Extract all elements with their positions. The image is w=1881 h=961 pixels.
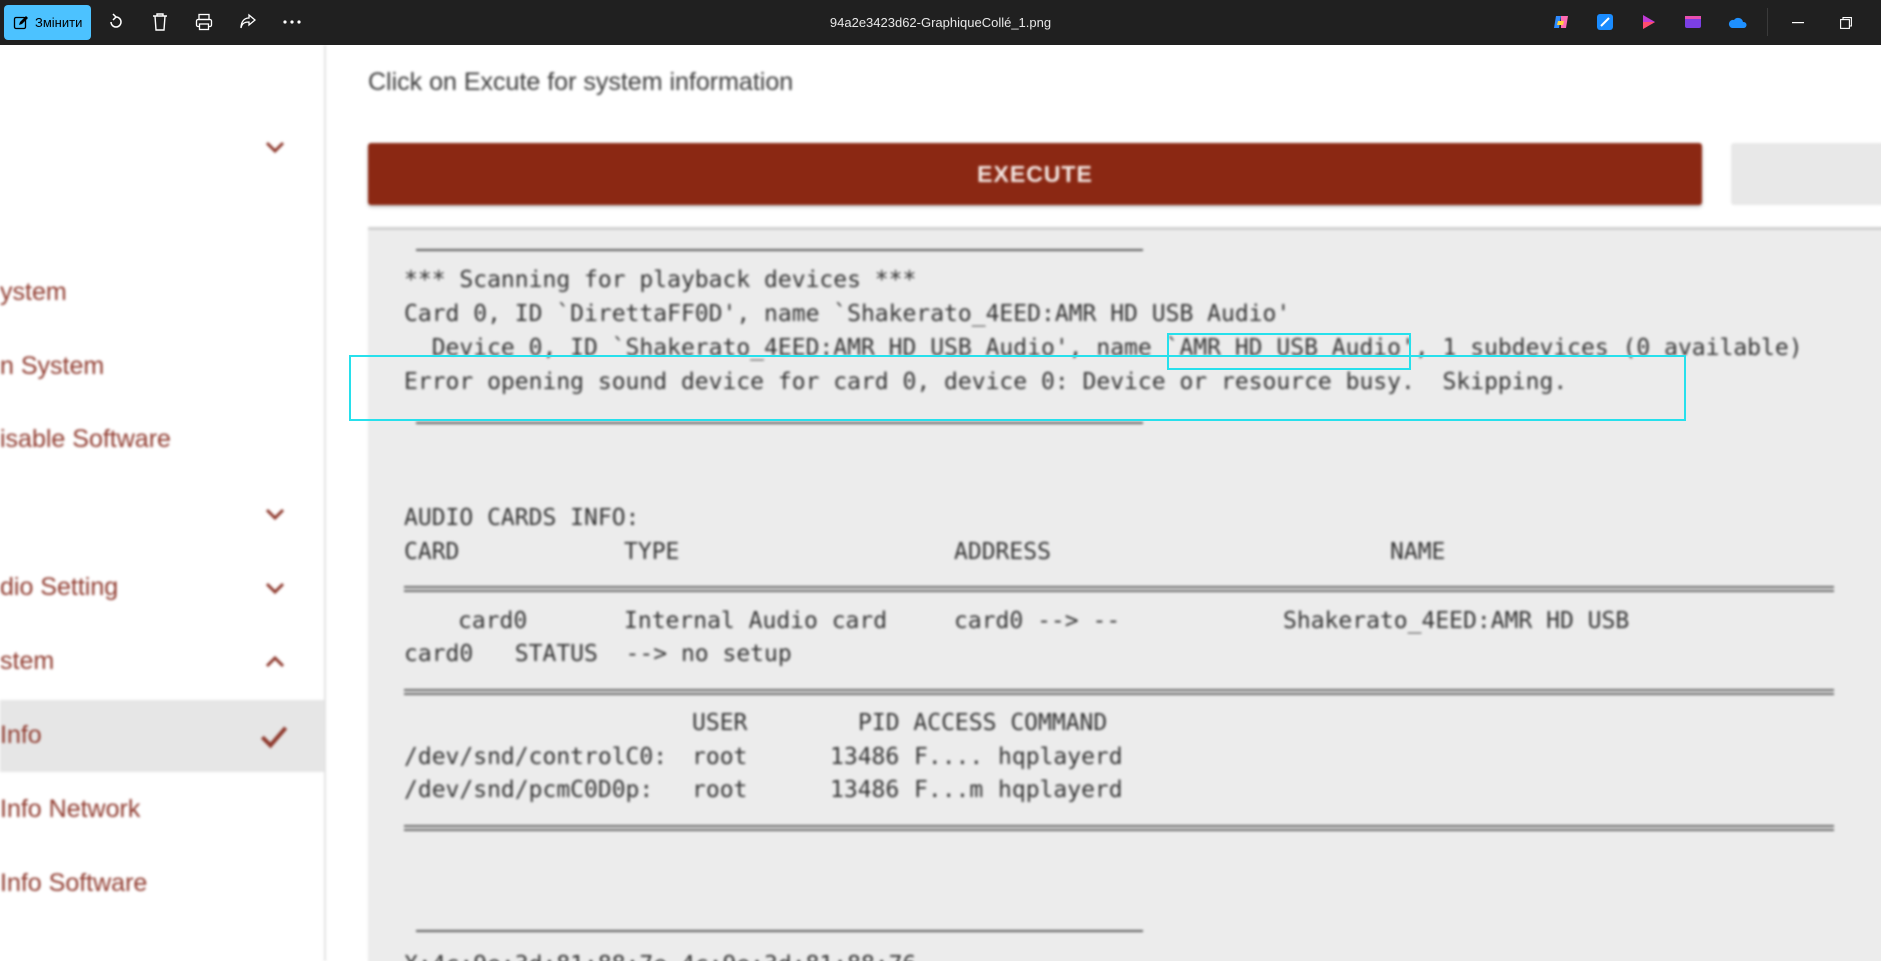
console-output: *** Scanning for playback devices *** Ca… — [368, 227, 1881, 961]
sidebar-item-label: stem — [0, 647, 55, 675]
double-divider — [404, 825, 1834, 831]
column-header: USER — [692, 710, 748, 736]
instruction-text: Click on Excute for system information — [368, 68, 794, 96]
proc-device: /dev/snd/controlC0: — [404, 744, 668, 770]
sidebar-item-info[interactable]: Info — [0, 700, 324, 772]
sidebar-item-label: Info Software — [0, 869, 148, 897]
execute-button[interactable]: EXECUTE — [368, 143, 1702, 205]
clipchamp-icon[interactable] — [1639, 12, 1659, 32]
column-header: NAME — [1390, 539, 1446, 565]
share-icon[interactable] — [237, 11, 259, 33]
proc-user: root — [692, 777, 748, 803]
sidebar-item-disable-software[interactable]: isable Software — [0, 404, 324, 476]
edit-icon — [13, 15, 28, 29]
double-divider — [404, 586, 1834, 592]
sidebar-item-label: dio Setting — [0, 573, 119, 601]
proc-pid: 13486 — [830, 777, 900, 803]
chevron-down-icon — [265, 141, 285, 154]
proc-command: hqplayerd — [998, 744, 1123, 770]
edit-button[interactable]: Змінити — [4, 5, 91, 40]
highlight-box-error-line — [349, 355, 1686, 421]
console-divider — [416, 422, 1143, 424]
delete-icon[interactable] — [149, 11, 171, 33]
sidebar-item-n-system[interactable]: n System — [0, 331, 324, 403]
edit-button-label: Змінити — [35, 15, 83, 30]
onedrive-icon[interactable] — [1727, 12, 1747, 32]
screenshot-content: ystem n System isable Software dio Setti… — [0, 45, 1881, 961]
column-header: PID ACCESS COMMAND — [858, 710, 1108, 736]
check-icon — [260, 726, 288, 749]
table-cell: card0 — [458, 608, 528, 634]
sidebar-item-label: isable Software — [0, 425, 171, 453]
table-cell: Internal Audio card — [624, 608, 888, 634]
sidebar-item-system-expanded[interactable]: stem — [0, 626, 324, 698]
double-divider — [404, 689, 1834, 695]
chevron-down-icon — [265, 508, 285, 521]
column-header: TYPE — [624, 539, 680, 565]
restore-icon[interactable] — [1824, 0, 1868, 45]
sidebar-item-audio-setting[interactable]: dio Setting — [0, 552, 324, 624]
console-line: Card 0, ID `DirettaFF0D', name `Shakerat… — [404, 301, 1291, 327]
main-content: Click on Excute for system information E… — [326, 45, 1881, 961]
sidebar-item-label: Info — [0, 721, 42, 749]
copilot-icon[interactable] — [1551, 12, 1571, 32]
column-header: CARD — [404, 539, 460, 565]
sidebar-item-label: n System — [0, 352, 105, 380]
print-icon[interactable] — [193, 11, 215, 33]
sidebar-item-label: Info Network — [0, 795, 141, 823]
sidebar: ystem n System isable Software dio Setti… — [0, 45, 326, 961]
sidebar-item-label: ystem — [0, 278, 67, 306]
console-line: *** Scanning for playback devices *** — [404, 267, 917, 293]
minimize-icon[interactable] — [1776, 0, 1820, 45]
audio-cards-title: AUDIO CARDS INFO: — [404, 505, 640, 531]
chevron-up-icon — [265, 655, 285, 668]
console-divider — [416, 930, 1143, 932]
table-cell: card0 --> -- — [954, 608, 1121, 634]
column-header: ADDRESS — [954, 539, 1051, 565]
image-canvas: ystem n System isable Software dio Setti… — [0, 45, 1881, 961]
sidebar-item-info-software[interactable]: Info Software — [0, 848, 324, 920]
chevron-down-icon — [265, 582, 285, 595]
photos-icon[interactable] — [1683, 12, 1703, 32]
designer-icon[interactable] — [1595, 12, 1615, 32]
proc-device: /dev/snd/pcmC0D0p: — [404, 777, 654, 803]
rotate-icon[interactable] — [105, 11, 127, 33]
sidebar-item-collapsed-2[interactable] — [0, 478, 324, 550]
status-line: card0 STATUS --> no setup — [404, 641, 792, 667]
proc-pid: 13486 — [830, 744, 900, 770]
proc-command: hqplayerd — [998, 777, 1123, 803]
proc-user: root — [692, 744, 748, 770]
secondary-button[interactable] — [1731, 143, 1881, 205]
console-divider — [416, 249, 1143, 251]
viewer-toolbar: Змінити 94a2e3423d62-GraphiqueCollé_1.pn… — [0, 0, 1881, 45]
sidebar-item-info-network[interactable]: Info Network — [0, 774, 324, 846]
table-cell: Shakerato_4EED:AMR HD USB — [1283, 608, 1630, 634]
proc-access: F...m — [914, 777, 984, 803]
more-icon[interactable] — [281, 11, 303, 33]
console-line: X:4c:9e:3d:81:88:7e 4c:9e:3d:81:88:76 — [404, 952, 916, 961]
sidebar-item-system[interactable]: ystem — [0, 257, 324, 329]
toolbar-separator — [1767, 8, 1768, 36]
proc-access: F.... — [914, 744, 984, 770]
sidebar-item-collapsed-1[interactable] — [0, 111, 324, 183]
